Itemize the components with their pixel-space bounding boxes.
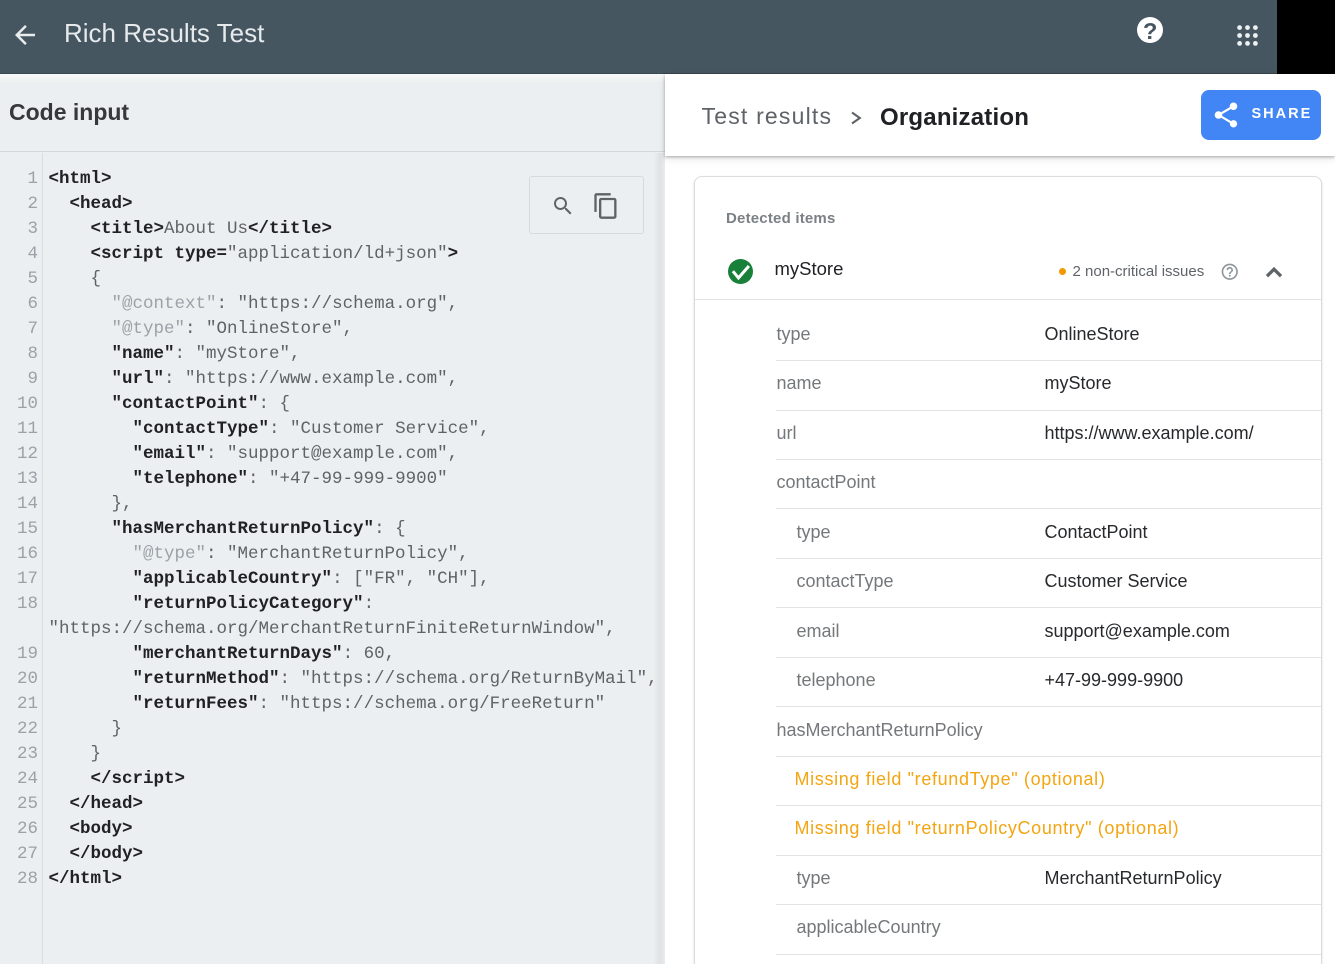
svg-text:?: ? bbox=[1143, 18, 1157, 43]
